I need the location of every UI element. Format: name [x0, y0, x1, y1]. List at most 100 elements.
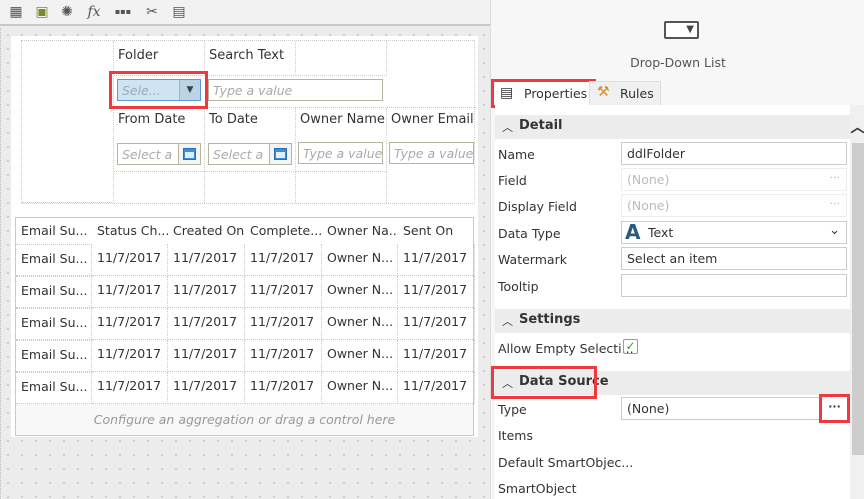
- owner-name-input[interactable]: Type a value: [298, 142, 383, 164]
- table-cell: 11/7/2017: [168, 276, 245, 308]
- default-smartobject-label: Default SmartObjec...: [498, 455, 634, 470]
- column-header[interactable]: Status Ch...: [92, 218, 168, 244]
- section-settings-title: Settings: [519, 312, 581, 327]
- items-label: Items: [498, 428, 533, 443]
- table-cell: 11/7/2017: [168, 340, 245, 372]
- owner-email-label: Owner Email: [391, 112, 474, 127]
- to-date-picker[interactable]: Select a: [208, 143, 292, 165]
- table-cell: 11/7/2017: [92, 244, 168, 276]
- type-value: (None): [627, 401, 670, 416]
- folder-placeholder: Sele...: [122, 83, 161, 98]
- control-type-label: Drop-Down List: [630, 55, 726, 70]
- allow-empty-checkbox[interactable]: ✓: [623, 339, 638, 354]
- owner-name-label: Owner Name: [300, 112, 385, 127]
- field-label: Field: [498, 173, 527, 188]
- table-cell: 11/7/2017: [398, 276, 475, 308]
- chevron-down-icon[interactable]: ▼: [179, 80, 200, 100]
- chevron-up-icon: ︿: [502, 121, 513, 134]
- form-layout-icon[interactable]: ▦: [7, 3, 25, 21]
- more-icon[interactable]: ▪▪▪: [114, 3, 132, 21]
- properties-icon[interactable]: ▤: [170, 3, 188, 21]
- data-type-select[interactable]: A Text ⌄: [621, 220, 847, 244]
- table-cell: 11/7/2017: [398, 308, 475, 340]
- type-ellipsis-button[interactable]: ···: [819, 394, 850, 423]
- table-cell: 11/7/2017: [245, 308, 322, 340]
- chevron-down-icon: ⌄: [829, 223, 840, 238]
- section-detail[interactable]: ︿ Detail: [495, 115, 851, 139]
- tab-rules-label: Rules: [620, 86, 654, 101]
- calendar-icon[interactable]: [269, 144, 291, 164]
- owner-email-input[interactable]: Type a value: [389, 142, 474, 164]
- from-date-label: From Date: [118, 112, 186, 127]
- watermark-field[interactable]: Select an item: [621, 247, 847, 270]
- tools-icon[interactable]: ✂: [143, 3, 161, 21]
- table-cell: Email Su...: [16, 244, 92, 276]
- name-field[interactable]: ddlFolder: [621, 142, 847, 165]
- image-icon[interactable]: ▣: [33, 3, 51, 21]
- data-type-value: Text: [648, 225, 674, 240]
- scrollbar-thumb[interactable]: [852, 143, 864, 455]
- column-header[interactable]: Owner Na...: [322, 218, 398, 244]
- table-cell: Email Su...: [16, 276, 92, 308]
- scroll-up-icon[interactable]: ︿: [850, 117, 864, 137]
- display-field-value: (None): [627, 198, 670, 213]
- column-header[interactable]: Sent On: [398, 218, 475, 244]
- tab-rules[interactable]: ⚒ Rules: [589, 81, 661, 106]
- table-cell: Email Su...: [16, 340, 92, 372]
- tab-properties[interactable]: ▤ Properties: [490, 79, 597, 108]
- table-cell: Owner N...: [322, 276, 398, 308]
- data-source-highlight: [491, 366, 597, 399]
- display-field-field: (None) ···: [621, 194, 847, 217]
- table-cell: 11/7/2017: [245, 276, 322, 308]
- column-header[interactable]: Complete...: [245, 218, 322, 244]
- column-header[interactable]: Email Su...: [16, 218, 92, 244]
- table-cell: 11/7/2017: [245, 340, 322, 372]
- smartobject-label: SmartObject: [498, 481, 577, 496]
- calendar-icon[interactable]: [178, 144, 200, 164]
- grid-footer[interactable]: Configure an aggregation or drag a contr…: [16, 404, 473, 435]
- table-cell: Owner N...: [322, 308, 398, 340]
- search-text-label: Search Text: [209, 48, 285, 63]
- table-cell: Owner N...: [322, 244, 398, 276]
- table-cell: Email Su...: [16, 372, 92, 404]
- table-cell: 11/7/2017: [398, 244, 475, 276]
- table-cell: 11/7/2017: [92, 276, 168, 308]
- ellipsis-icon: ···: [829, 197, 841, 210]
- toolbar: ▦ ▣ ✺ fx ▪▪▪ ✂ ▤: [0, 0, 490, 26]
- name-label: Name: [498, 147, 535, 162]
- tab-properties-label: Properties: [524, 86, 588, 101]
- to-date-label: To Date: [209, 112, 258, 127]
- table-cell: 11/7/2017: [168, 372, 245, 404]
- field-field: (None) ···: [621, 168, 847, 191]
- form-designer: ▦ ▣ ✺ fx ▪▪▪ ✂ ▤ Folder Search Text Sele…: [0, 0, 490, 499]
- from-date-picker[interactable]: Select a: [117, 143, 201, 165]
- text-type-icon: A: [625, 220, 641, 244]
- tooltip-field[interactable]: [621, 274, 847, 297]
- dropdown-control-icon: ▼: [664, 21, 699, 39]
- section-settings[interactable]: ︿ Settings: [495, 309, 851, 333]
- type-field[interactable]: (None): [621, 397, 847, 420]
- table-cell: 11/7/2017: [92, 308, 168, 340]
- column-header[interactable]: Created On: [168, 218, 245, 244]
- table-cell: 11/7/2017: [245, 372, 322, 404]
- table-cell: Owner N...: [322, 372, 398, 404]
- allow-empty-label: Allow Empty Selecti...: [498, 341, 634, 356]
- function-icon[interactable]: fx: [85, 3, 103, 21]
- ellipsis-icon: ···: [829, 171, 841, 184]
- properties-icon: ▤: [500, 85, 514, 101]
- to-date-placeholder: Select a: [213, 147, 264, 162]
- table-cell: Owner N...: [322, 340, 398, 372]
- table-cell: 11/7/2017: [398, 340, 475, 372]
- table-cell: 11/7/2017: [245, 244, 322, 276]
- scrollbar[interactable]: ︿: [850, 105, 864, 499]
- gear-icon[interactable]: ✺: [58, 3, 76, 21]
- table-cell: 11/7/2017: [92, 340, 168, 372]
- search-text-input[interactable]: Type a value: [208, 79, 383, 101]
- table-cell: 11/7/2017: [92, 372, 168, 404]
- folder-label: Folder: [118, 48, 159, 63]
- folder-dropdown[interactable]: Sele... ▼: [117, 79, 201, 101]
- from-date-placeholder: Select a: [122, 147, 173, 162]
- data-type-label: Data Type: [498, 226, 561, 241]
- table-cell: 11/7/2017: [168, 244, 245, 276]
- table-cell: 11/7/2017: [168, 308, 245, 340]
